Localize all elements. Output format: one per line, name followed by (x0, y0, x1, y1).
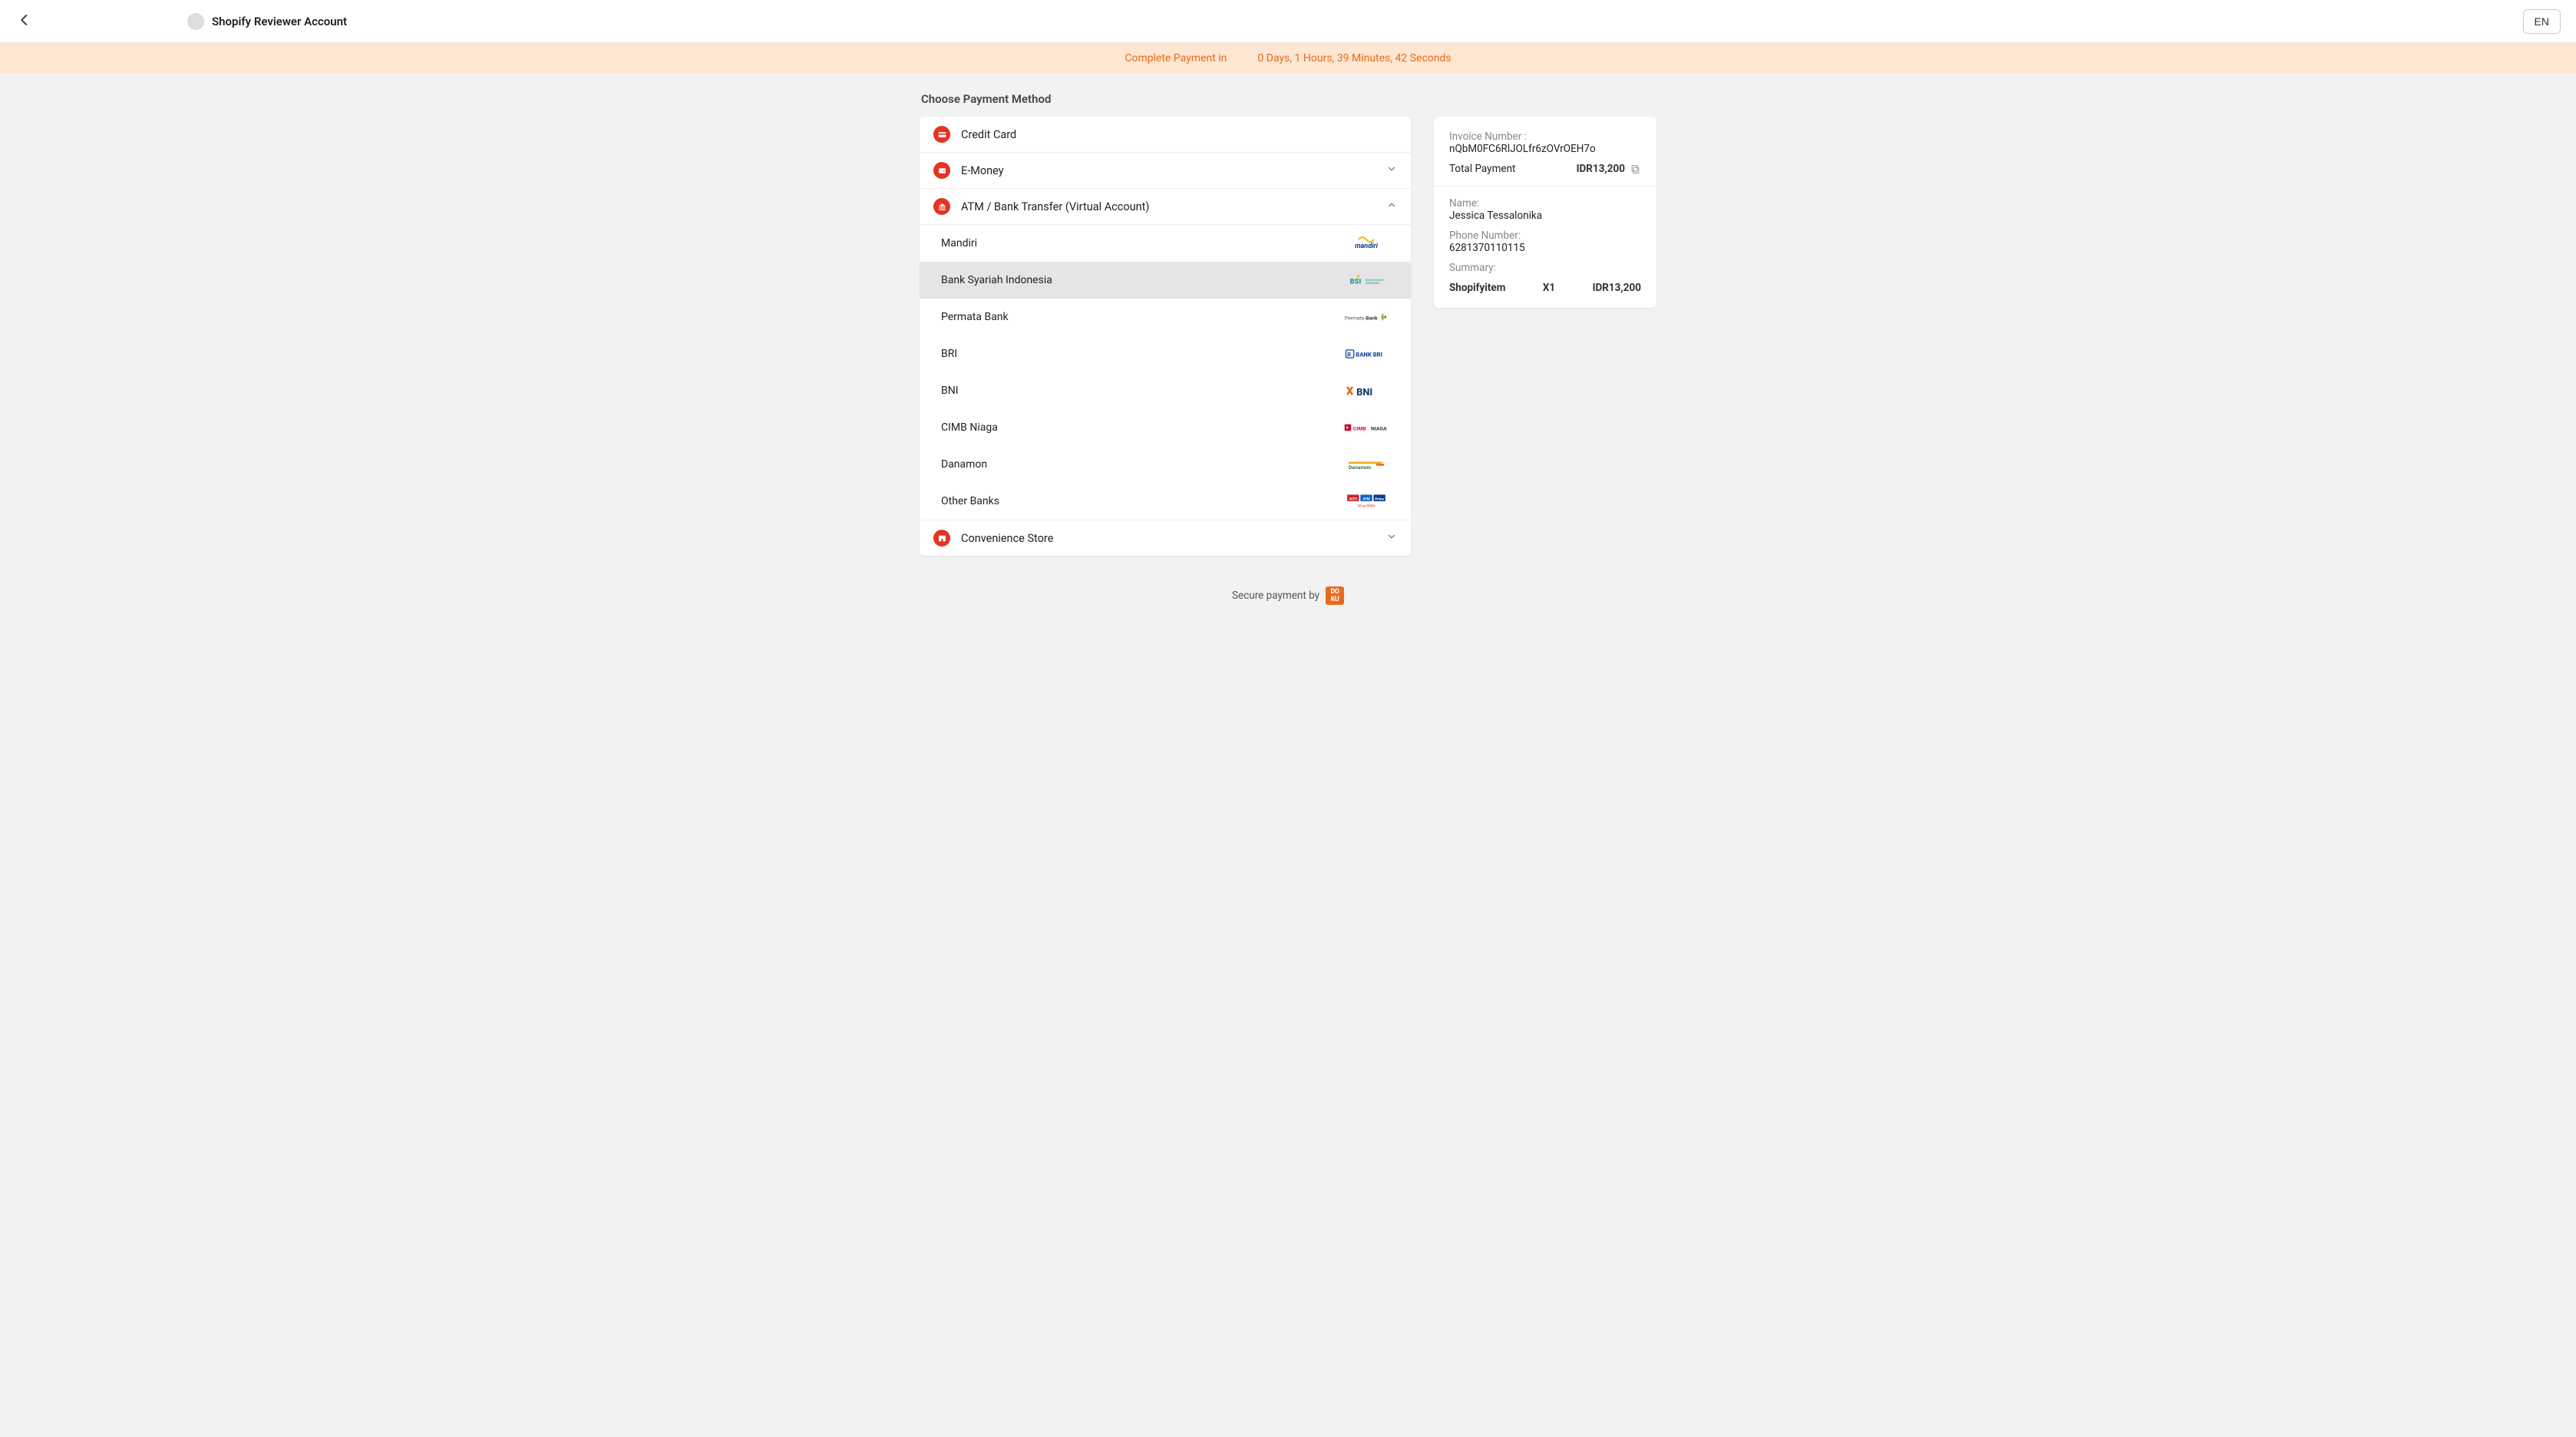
svg-text:Prima: Prima (1375, 497, 1384, 501)
copy-icon (1630, 164, 1641, 175)
payment-methods-card: Credit Card E-Money (920, 117, 1411, 556)
svg-text:Permata: Permata (1345, 315, 1365, 321)
method-e-money[interactable]: E-Money (920, 153, 1411, 189)
other-banks-logo: ALTO ATM Prima VA by DOKU (1343, 494, 1389, 509)
svg-text:BNI: BNI (1356, 387, 1372, 398)
store-icon (933, 530, 950, 547)
chevron-up-icon (1386, 200, 1397, 213)
bank-label: BRI (941, 348, 957, 360)
countdown-value: 0 Days, 1 Hours, 39 Minutes, 42 Seconds (1257, 52, 1451, 64)
bank-permata[interactable]: Permata Bank PermataBank (920, 299, 1411, 335)
summary-card: Invoice Number : nQbM0FC6RlJOLfr6zOVrOEH… (1434, 117, 1656, 308)
invoice-label: Invoice Number : (1449, 130, 1641, 143)
danamon-logo: Danamon (1343, 457, 1389, 472)
bank-bsi[interactable]: Bank Syariah Indonesia BSI BANK SYARIAHIN… (920, 262, 1411, 299)
cimb-logo: CIMB NIAGA (1343, 420, 1389, 435)
item-name: Shopifyitem (1449, 282, 1505, 294)
method-label: Convenience Store (961, 532, 1053, 545)
chevron-down-icon (1386, 164, 1397, 177)
method-cvs[interactable]: Convenience Store (920, 520, 1411, 556)
item-price: IDR13,200 (1593, 282, 1641, 294)
svg-text:mandiri: mandiri (1355, 243, 1379, 250)
method-va[interactable]: ATM / Bank Transfer (Virtual Account) (920, 189, 1411, 225)
footer-text: Secure payment by (1232, 590, 1319, 602)
method-label: ATM / Bank Transfer (Virtual Account) (961, 200, 1149, 213)
svg-text:R: R (1347, 351, 1351, 358)
method-label: E-Money (961, 164, 1004, 177)
svg-text:ATM: ATM (1363, 497, 1370, 501)
method-credit-card[interactable]: Credit Card (920, 117, 1411, 153)
chevron-left-icon (18, 13, 31, 27)
bank-bni[interactable]: BNI BNI (920, 372, 1411, 409)
card-icon (933, 126, 950, 143)
page-title: Shopify Reviewer Account (212, 15, 347, 28)
bank-bri[interactable]: BRI R BANK BRI (920, 335, 1411, 372)
svg-text:VA by DOKU: VA by DOKU (1357, 505, 1375, 509)
bank-label: Danamon (941, 458, 987, 471)
countdown-bar: Complete Payment in 0 Days, 1 Hours, 39 … (0, 43, 2576, 74)
mandiri-logo: mandiri (1343, 236, 1389, 251)
bank-label: Other Banks (941, 495, 999, 507)
item-qty: X1 (1543, 282, 1555, 294)
bsi-logo: BSI BANK SYARIAHINDONESIA (1343, 273, 1389, 288)
doku-logo: DOKU (1326, 586, 1344, 605)
bank-icon (933, 198, 950, 215)
name-value: Jessica Tessalonika (1449, 210, 1641, 222)
summary-item: Shopifyitem X1 IDR13,200 (1449, 282, 1641, 294)
back-button[interactable] (15, 12, 34, 31)
bank-label: Mandiri (941, 237, 977, 249)
svg-text:Danamon: Danamon (1349, 464, 1371, 471)
bank-mandiri[interactable]: Mandiri mandiri (920, 225, 1411, 262)
method-label: Credit Card (961, 128, 1016, 141)
title-wrap: Shopify Reviewer Account (187, 13, 347, 30)
bank-label: CIMB Niaga (941, 421, 998, 434)
footer: Secure payment by DOKU (920, 586, 1656, 605)
svg-text:Bank: Bank (1366, 315, 1378, 321)
bank-label: BNI (941, 385, 959, 397)
copy-button[interactable] (1630, 164, 1641, 175)
phone-value: 6281370110115 (1449, 242, 1641, 254)
svg-text:INDONESIA: INDONESIA (1366, 282, 1379, 285)
language-button[interactable]: EN (2523, 9, 2561, 34)
bank-label: Permata Bank (941, 311, 1009, 323)
svg-text:CIMB: CIMB (1353, 425, 1366, 431)
bri-logo: R BANK BRI (1343, 346, 1389, 362)
countdown-label: Complete Payment in (1125, 52, 1227, 64)
name-label: Name: (1449, 197, 1641, 210)
svg-text:BANK BRI: BANK BRI (1356, 351, 1382, 358)
svg-text:BANK SYARIAH: BANK SYARIAH (1366, 279, 1384, 282)
permata-logo: PermataBank (1343, 309, 1389, 325)
bank-danamon[interactable]: Danamon Danamon (920, 446, 1411, 483)
phone-label: Phone Number: (1449, 230, 1641, 242)
bank-label: Bank Syariah Indonesia (941, 274, 1052, 286)
wallet-icon (933, 162, 950, 179)
bank-cimb[interactable]: CIMB Niaga CIMB NIAGA (920, 409, 1411, 446)
bank-list: Mandiri mandiri Bank Syariah Indonesia B… (920, 225, 1411, 520)
invoice-number: nQbM0FC6RlJOLfr6zOVrOEH7o (1449, 143, 1641, 155)
svg-text:BSI: BSI (1350, 277, 1362, 286)
svg-text:ALTO: ALTO (1349, 497, 1357, 501)
total-value: IDR13,200 (1577, 163, 1625, 175)
chevron-down-icon (1386, 531, 1397, 545)
header: Shopify Reviewer Account EN (0, 0, 2576, 43)
section-heading: Choose Payment Method (921, 92, 1656, 106)
bni-logo: BNI (1343, 383, 1389, 398)
total-label: Total Payment (1449, 163, 1515, 175)
summary-label: Summary: (1449, 262, 1641, 274)
svg-text:NIAGA: NIAGA (1371, 425, 1387, 431)
bank-other[interactable]: Other Banks ALTO ATM Prima VA by DOKU (920, 483, 1411, 520)
avatar (187, 13, 204, 30)
